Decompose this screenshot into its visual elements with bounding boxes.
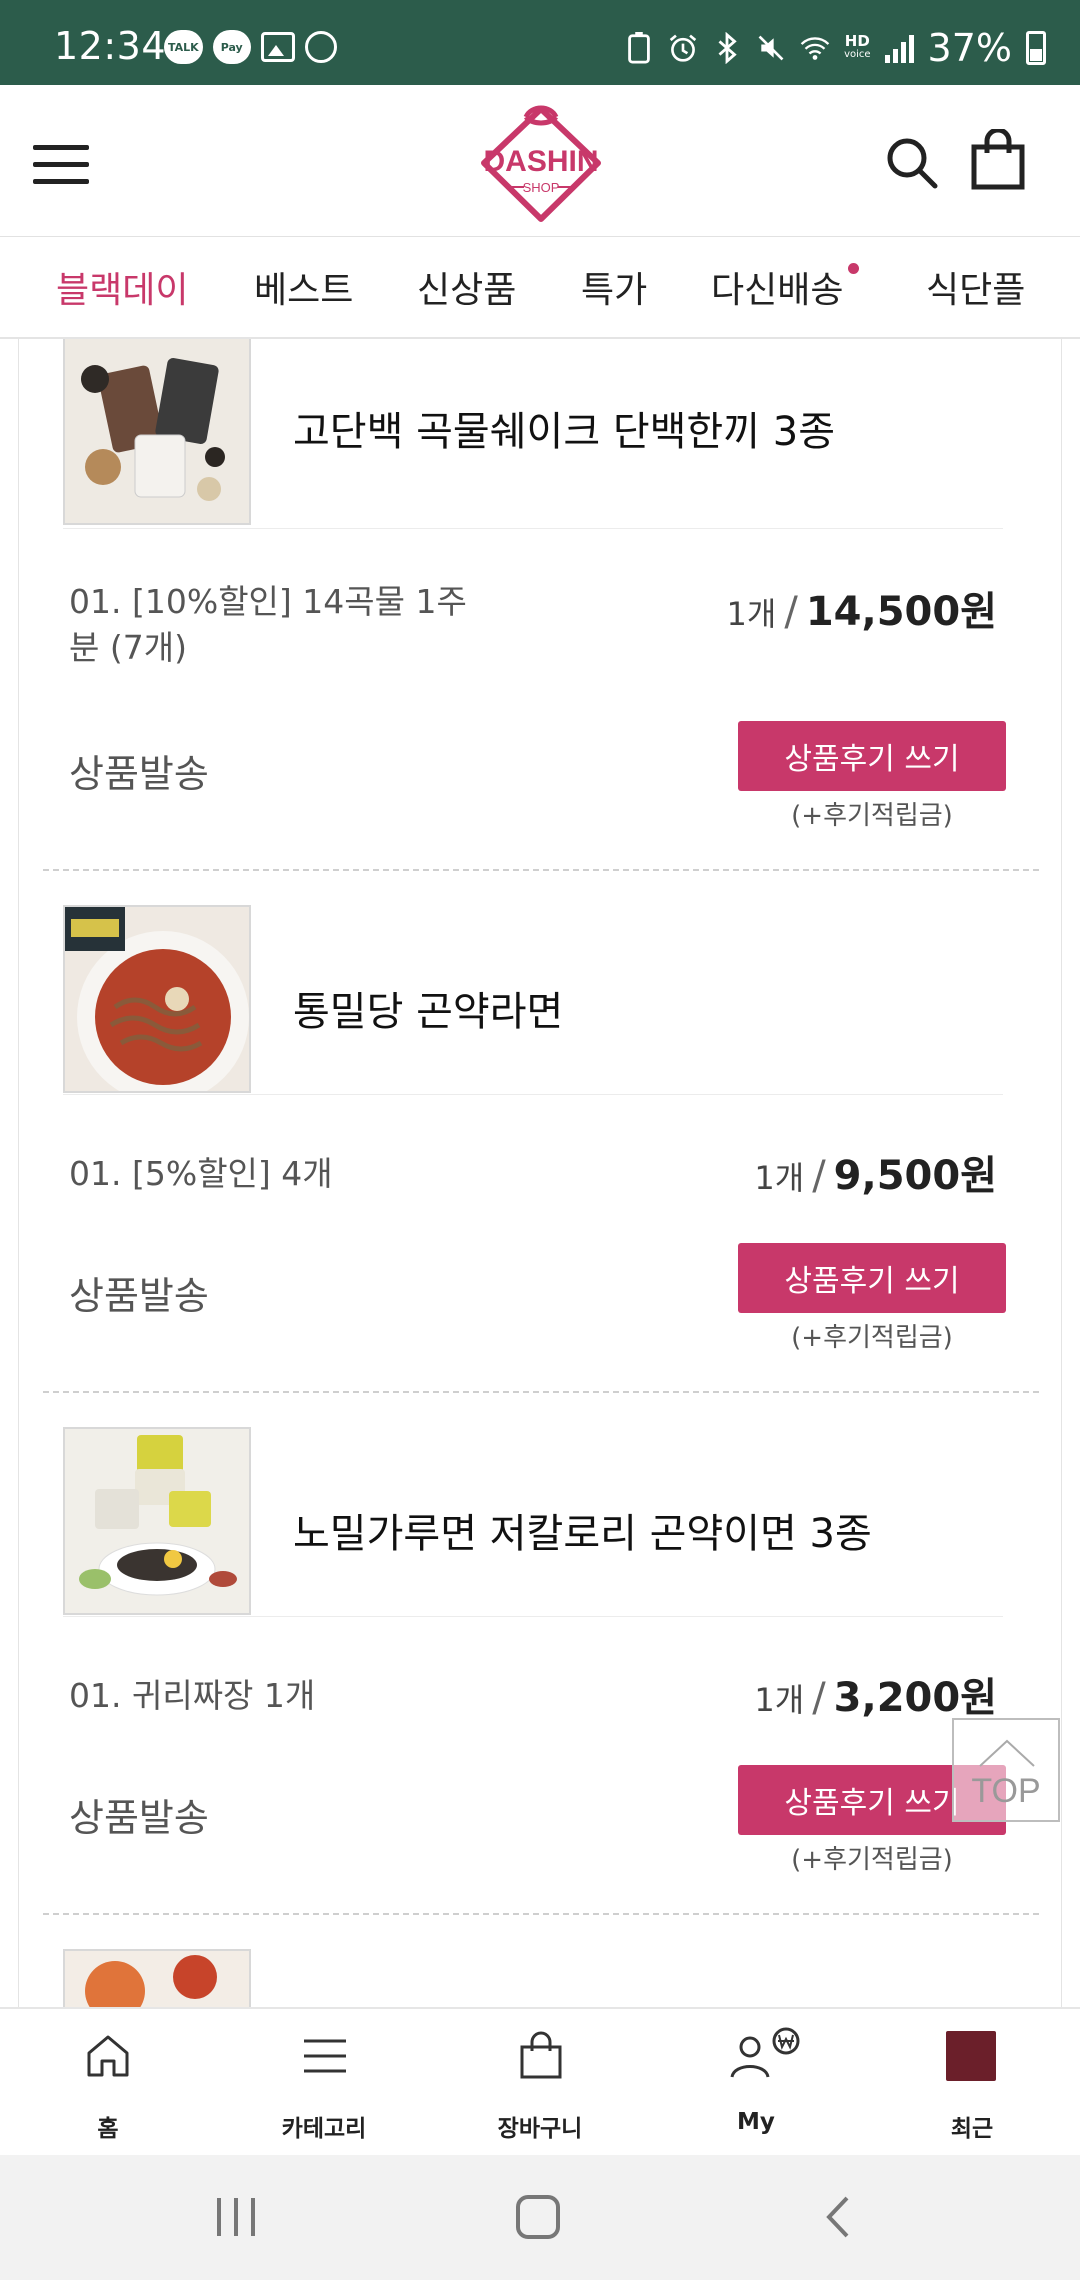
- app-header: DASHIN SHOP: [0, 85, 1080, 237]
- top-label: TOP: [971, 1772, 1041, 1810]
- product-name[interactable]: 통밀당 곤약라면: [293, 979, 563, 1037]
- nav-category[interactable]: 카테고리: [216, 2009, 432, 2157]
- category-tabs: 블랙데이 베스트 신상품 특가 다신배송 식단플: [0, 237, 1080, 339]
- bluetooth-icon: [718, 32, 737, 64]
- alarm-icon: [669, 34, 697, 62]
- price: 3,200원: [833, 1675, 997, 1721]
- price: 14,500원: [805, 589, 997, 635]
- nav-home[interactable]: 홈: [0, 2009, 216, 2157]
- product-option: 01. [5%할인] 4개: [69, 1154, 333, 1193]
- product-image[interactable]: [63, 1427, 251, 1615]
- home-button-icon[interactable]: [513, 2192, 563, 2242]
- product-image[interactable]: [63, 339, 251, 525]
- nav-cart[interactable]: 장바구니: [432, 2009, 648, 2157]
- signal-icon: [884, 33, 914, 63]
- tab-dashin-delivery[interactable]: 다신배송: [711, 261, 860, 313]
- nav-label: My: [737, 2109, 775, 2135]
- tabs-fade: [1020, 237, 1080, 337]
- gallery-icon: [260, 32, 295, 62]
- pay-icon: Pay: [212, 30, 251, 64]
- menu-icon: [304, 2039, 346, 2073]
- shipping-status: 상품발송: [69, 1796, 209, 1840]
- product-image[interactable]: [63, 1949, 251, 2007]
- chevron-up-icon: [979, 1739, 1035, 1767]
- battery-icon: [1026, 31, 1046, 65]
- new-badge-dot: [848, 263, 860, 274]
- back-icon[interactable]: [815, 2192, 865, 2242]
- shopping-bag-icon: [520, 2031, 562, 2079]
- item-divider: [43, 1391, 1039, 1393]
- shopping-bag-icon[interactable]: [970, 129, 1026, 191]
- status-bar: 12:34 TALK Pay HD voice 37%: [0, 0, 1080, 85]
- write-review-button[interactable]: 상품후기 쓰기: [738, 721, 1006, 791]
- price: 9,500원: [833, 1153, 997, 1199]
- system-navigation-bar: [0, 2155, 1080, 2280]
- kakaotalk-icon: TALK: [164, 30, 203, 64]
- status-time: 12:34: [54, 24, 167, 68]
- tab-new-products[interactable]: 신상품: [417, 261, 516, 313]
- quantity-price: 1개/9,500원: [754, 1153, 997, 1199]
- recent-apps-icon[interactable]: [211, 2192, 261, 2242]
- product-option: 01. 귀리짜장 1개: [69, 1676, 316, 1715]
- product-option: 01. [10%할인] 14곡물 1주분 (7개): [69, 582, 467, 667]
- review-reward-note: (+후기적립금): [791, 1323, 953, 1353]
- battery-percent: 37%: [927, 26, 1012, 70]
- bottom-navigation: 홈 카테고리 장바구니 My 최근: [0, 2007, 1080, 2155]
- nav-recent[interactable]: 최근: [864, 2009, 1080, 2157]
- home-icon: [87, 2035, 129, 2077]
- svg-text:SHOP: SHOP: [523, 180, 560, 195]
- nav-label: 장바구니: [497, 2116, 583, 2142]
- tab-diet-plan[interactable]: 식단플: [926, 261, 1025, 313]
- nav-label: 카테고리: [281, 2116, 367, 2142]
- recent-product-thumbnail: [946, 2031, 996, 2081]
- app-notification-icon: [304, 31, 337, 63]
- user-won-icon: [730, 2027, 800, 2078]
- order-list: 고단백 곡물쉐이크 단백한끼 3종 01. [10%할인] 14곡물 1주분 (…: [18, 339, 1062, 2007]
- hamburger-menu-icon[interactable]: [33, 145, 89, 185]
- scroll-to-top-button[interactable]: TOP: [952, 1718, 1060, 1822]
- dashin-shop-logo[interactable]: DASHIN SHOP: [476, 103, 606, 225]
- system-icons: HD voice 37%: [624, 26, 1046, 70]
- svg-text:DASHIN: DASHIN: [483, 145, 598, 178]
- quantity-price: 1개/3,200원: [754, 1675, 997, 1721]
- battery-saver-icon: [628, 32, 650, 64]
- item-divider: [43, 869, 1039, 871]
- write-review-button[interactable]: 상품후기 쓰기: [738, 1243, 1006, 1313]
- tab-special-price[interactable]: 특가: [581, 261, 647, 313]
- tab-best[interactable]: 베스트: [254, 261, 353, 313]
- nav-my[interactable]: My: [648, 2009, 864, 2157]
- nav-label: 홈: [97, 2116, 119, 2142]
- shipping-status: 상품발송: [69, 1274, 209, 1318]
- shipping-status: 상품발송: [69, 752, 209, 796]
- search-icon[interactable]: [884, 135, 940, 191]
- notification-icons: TALK Pay: [164, 30, 337, 64]
- product-image[interactable]: [63, 905, 251, 1093]
- product-name[interactable]: 노밀가루면 저칼로리 곤약이면 3종: [293, 1501, 872, 1559]
- quantity-price: 1개/14,500원: [726, 589, 997, 635]
- hd-voice-icon: HD voice: [844, 32, 871, 61]
- nav-label: 최근: [950, 2116, 994, 2142]
- wifi-icon: [800, 37, 830, 60]
- review-reward-note: (+후기적립금): [791, 801, 953, 831]
- item-divider: [43, 1913, 1039, 1915]
- tab-black-day[interactable]: 블랙데이: [56, 261, 188, 313]
- product-name[interactable]: 고단백 곡물쉐이크 단백한끼 3종: [293, 399, 835, 457]
- mute-icon: [758, 35, 784, 61]
- review-reward-note: (+후기적립금): [791, 1845, 953, 1875]
